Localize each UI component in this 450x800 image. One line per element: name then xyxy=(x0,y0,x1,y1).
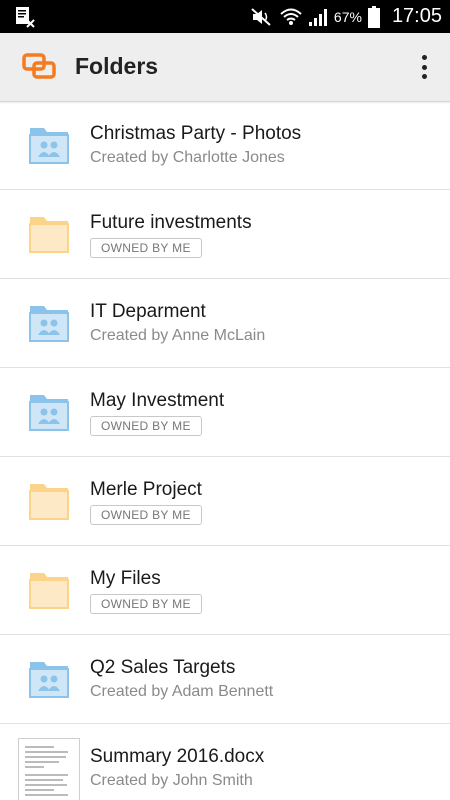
page-title: Folders xyxy=(75,53,159,79)
signal-icon xyxy=(308,8,327,26)
item-title: May Investment xyxy=(90,390,225,411)
folder-icon xyxy=(29,217,69,253)
item-subtitle: Created by Anne McLain xyxy=(90,327,266,344)
item-title: Q2 Sales Targets xyxy=(90,657,236,678)
shared-folder-icon xyxy=(29,395,69,431)
owned-badge: OWNED BY ME xyxy=(90,416,202,436)
overflow-menu-icon[interactable] xyxy=(414,51,434,83)
item-title: Christmas Party - Photos xyxy=(90,123,302,144)
item-title: Future investments xyxy=(90,212,252,233)
battery-percent: 67% xyxy=(333,8,362,25)
owned-badge: OWNED BY ME xyxy=(90,238,202,258)
notification-doc-icon xyxy=(16,7,35,28)
list-item[interactable]: May Investment OWNED BY ME xyxy=(0,368,450,457)
item-title: IT Deparment xyxy=(90,301,206,322)
list-item[interactable]: Christmas Party - Photos Created by Char… xyxy=(0,101,450,190)
status-time: 17:05 xyxy=(391,5,442,27)
shared-folder-icon xyxy=(29,306,69,342)
list-item[interactable]: Future investments OWNED BY ME xyxy=(0,190,450,279)
item-subtitle: Created by John Smith xyxy=(90,772,253,789)
item-title: Merle Project xyxy=(90,479,202,500)
item-subtitle: Created by Adam Bennett xyxy=(90,683,274,700)
item-title: Summary 2016.docx xyxy=(90,746,265,767)
app-logo-icon xyxy=(22,53,56,79)
owned-badge: OWNED BY ME xyxy=(90,594,202,614)
folder-icon xyxy=(29,573,69,609)
app-bar: Folders xyxy=(0,33,450,102)
owned-badge: OWNED BY ME xyxy=(90,505,202,525)
shared-folder-icon xyxy=(29,662,69,698)
list-item[interactable]: Summary 2016.docx Created by John Smith xyxy=(0,724,450,800)
item-subtitle: Created by Charlotte Jones xyxy=(90,149,285,166)
document-thumbnail-icon xyxy=(18,738,80,800)
shared-folder-icon xyxy=(29,128,69,164)
mute-icon xyxy=(251,7,271,26)
list-item[interactable]: Merle Project OWNED BY ME xyxy=(0,457,450,546)
battery-icon xyxy=(367,5,380,28)
list-item[interactable]: My Files OWNED BY ME xyxy=(0,546,450,635)
item-title: My Files xyxy=(90,568,161,589)
folder-icon xyxy=(29,484,69,520)
wifi-icon xyxy=(280,8,302,25)
status-bar: 67% 17:05 xyxy=(0,0,450,33)
list-item[interactable]: IT Deparment Created by Anne McLain xyxy=(0,279,450,368)
list-item[interactable]: Q2 Sales Targets Created by Adam Bennett xyxy=(0,635,450,724)
folder-list: Christmas Party - Photos Created by Char… xyxy=(0,101,450,800)
